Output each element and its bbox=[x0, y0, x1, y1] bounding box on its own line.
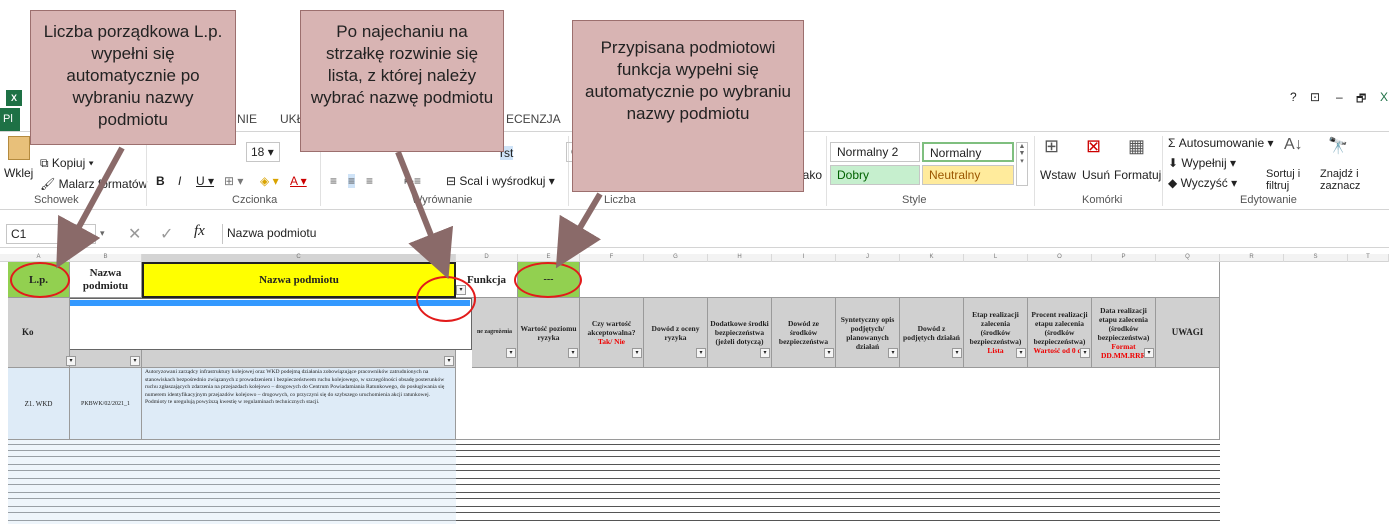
arrow-lp bbox=[56, 146, 125, 269]
arrow-dropdown bbox=[395, 150, 454, 280]
arrow-funkcja bbox=[555, 192, 603, 269]
callout-arrows bbox=[56, 146, 603, 280]
